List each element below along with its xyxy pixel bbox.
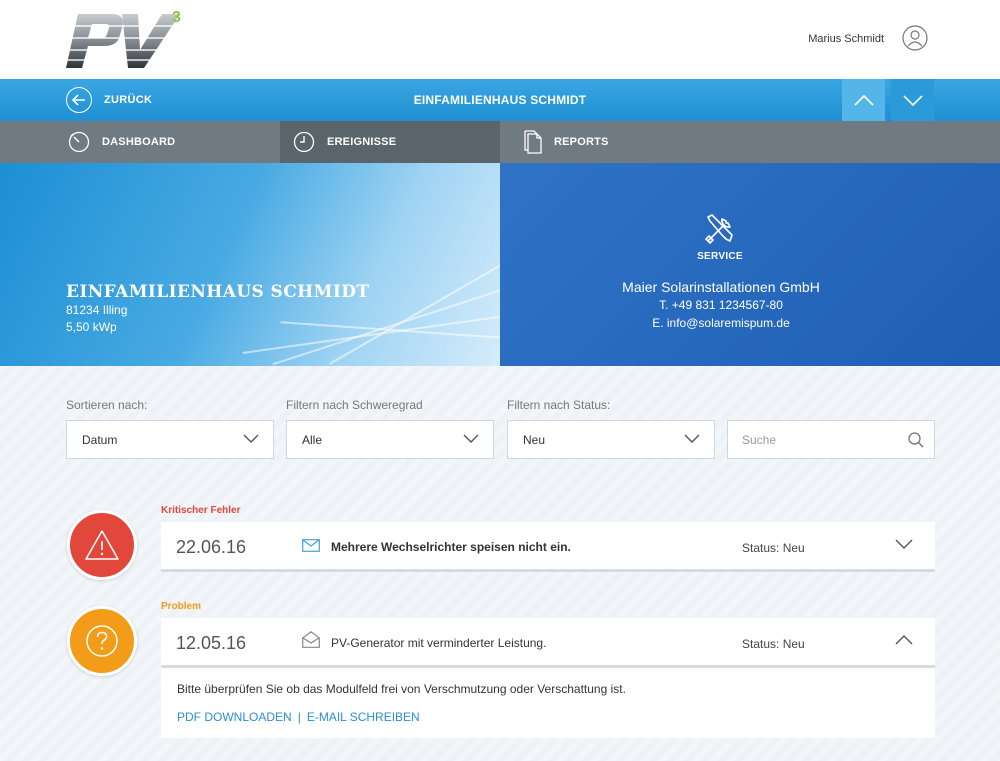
tab-label: DASHBOARD (102, 136, 176, 148)
event-status: Status: Neu (742, 637, 805, 651)
chevron-down-icon (684, 434, 700, 443)
chevron-down-icon (463, 434, 479, 443)
tab-reports[interactable]: REPORTS (500, 121, 1000, 163)
tab-dashboard[interactable]: DASHBOARD (0, 121, 280, 163)
service-panel: SERVICE Maier Solarinstallationen GmbH T… (500, 163, 1000, 366)
svg-text:3: 3 (172, 9, 181, 26)
sort-label: Sortieren nach: (66, 398, 148, 412)
severity-label-problem: Problem (161, 601, 202, 612)
severity-critical-badge (67, 510, 137, 580)
status-select[interactable]: Neu (507, 420, 715, 459)
tab-label: REPORTS (554, 136, 609, 148)
warning-icon (85, 530, 119, 560)
event-description: Mehrere Wechselrichter speisen nicht ein… (331, 540, 571, 554)
pv3-logo: 3 (64, 9, 184, 68)
chevron-down-icon (243, 434, 259, 443)
chevron-down-icon (902, 94, 923, 106)
event-row[interactable]: 22.06.16 Mehrere Wechselrichter speisen … (161, 522, 935, 572)
user-name[interactable]: Marius Schmidt (808, 33, 884, 45)
search-input[interactable] (727, 420, 935, 459)
plant-power: 5,50 kWp (66, 320, 117, 334)
nav-down-button[interactable] (891, 79, 934, 121)
chevron-down-icon[interactable] (895, 539, 913, 549)
user-avatar-icon[interactable] (902, 25, 928, 51)
tab-label: EREIGNISSE (327, 136, 397, 148)
plant-address: 81234 Illing (66, 303, 128, 317)
status-value: Neu (523, 432, 546, 447)
event-row[interactable]: 12.05.16 PV-Generator mit verminderter L… (161, 618, 935, 668)
status-filter-label: Filtern nach Status: (507, 398, 611, 412)
envelope-open-icon (302, 631, 320, 648)
tab-bar: DASHBOARD EREIGNISSE REPORTS (0, 121, 1000, 163)
severity-select[interactable]: Alle (286, 420, 494, 459)
top-header: 3 Marius Schmidt (0, 0, 1000, 79)
documents-icon (524, 130, 542, 154)
event-date: 12.05.16 (176, 633, 247, 653)
question-icon (86, 625, 118, 657)
write-email-link[interactable]: E-MAIL SCHREIBEN (307, 710, 420, 724)
event-actions: PDF DOWNLOADEN | E-MAIL SCHREIBEN (177, 710, 420, 724)
gauge-icon (68, 131, 90, 153)
event-date: 22.06.16 (176, 537, 247, 557)
nav-up-button[interactable] (842, 79, 885, 121)
service-label: SERVICE (697, 251, 743, 262)
sort-select[interactable]: Datum (66, 420, 274, 459)
tools-icon (704, 214, 733, 245)
events-area: Sortieren nach: Filtern nach Schweregrad… (0, 366, 1000, 761)
event-detail-text: Bitte überprüfen Sie ob das Modulfeld fr… (177, 682, 626, 696)
severity-label-critical: Kritischer Fehler (161, 505, 241, 516)
pdf-download-link[interactable]: PDF DOWNLOADEN (177, 710, 292, 724)
event-status: Status: Neu (742, 541, 805, 555)
service-company: Maier Solarinstallationen GmbH (622, 279, 820, 295)
service-phone[interactable]: T. +49 831 1234567-80 (500, 298, 942, 312)
clock-icon (293, 131, 315, 153)
severity-problem-badge (67, 606, 137, 676)
nav-bar: ZURÜCK EINFAMILIENHAUS SCHMIDT (0, 79, 1000, 121)
search-icon[interactable] (908, 432, 924, 448)
chevron-up-icon[interactable] (895, 635, 913, 645)
event-description: PV-Generator mit verminderter Leistung. (331, 636, 547, 650)
plant-hero: EINFAMILIENHAUS SCHMIDT 81234 Illing 5,5… (0, 163, 500, 366)
service-email[interactable]: E. info@solaremispum.de (500, 316, 942, 330)
plant-name: EINFAMILIENHAUS SCHMIDT (66, 282, 370, 302)
link-separator: | (297, 710, 301, 724)
tab-ereignisse[interactable]: EREIGNISSE (280, 121, 500, 163)
event-detail: Bitte überprüfen Sie ob das Modulfeld fr… (161, 668, 935, 738)
light-ray (328, 253, 500, 365)
severity-filter-label: Filtern nach Schweregrad (286, 398, 423, 412)
sort-value: Datum (82, 432, 118, 447)
severity-value: Alle (302, 432, 323, 447)
envelope-closed-icon (302, 539, 320, 552)
chevron-up-icon (853, 94, 874, 106)
